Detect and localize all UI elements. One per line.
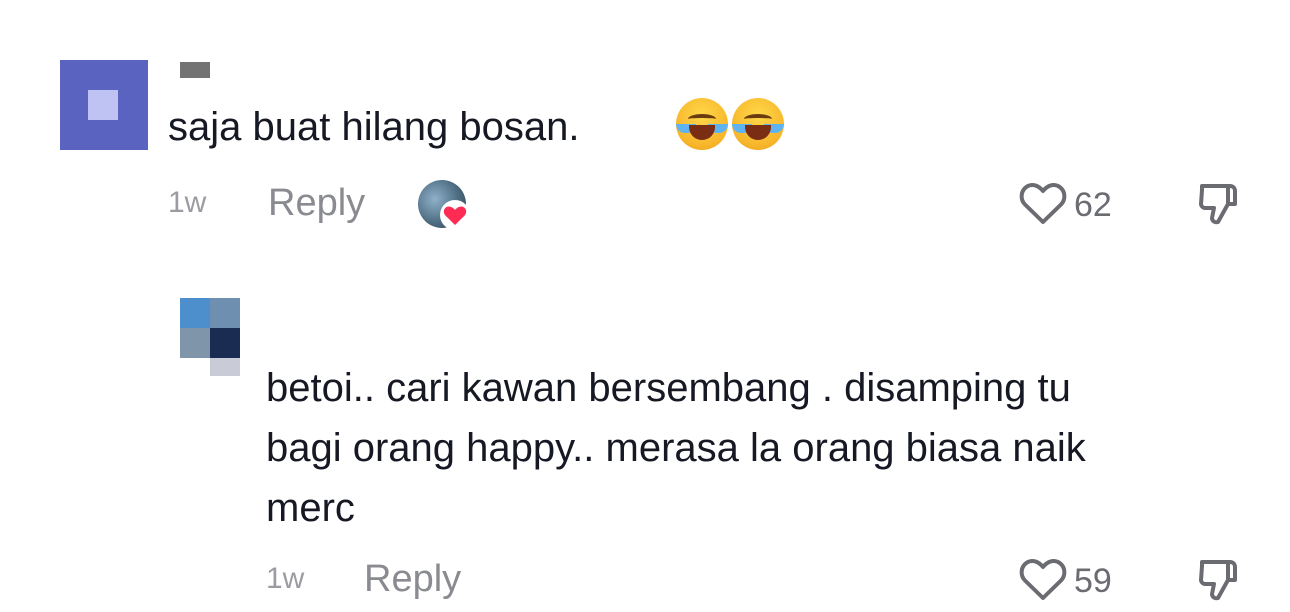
- reply-text: betoi.. cari kawan bersembang . disampin…: [266, 358, 1256, 538]
- comment-emojis: [672, 98, 784, 150]
- avatar-pixel: [210, 328, 240, 358]
- face-with-tears-of-joy-icon: [676, 98, 728, 150]
- comment-timestamp: 1w: [168, 186, 207, 219]
- creator-liked-avatar: [418, 180, 470, 230]
- avatar-pixel: [210, 298, 240, 328]
- avatar-pixel: [210, 358, 240, 376]
- avatar-pixel: [88, 90, 118, 120]
- thumbs-down-icon[interactable]: [1198, 556, 1242, 604]
- like-count: 62: [1074, 186, 1112, 224]
- heart-outline-icon[interactable]: [1018, 180, 1068, 226]
- commenter-avatar[interactable]: [60, 60, 148, 150]
- face-with-tears-of-joy-icon: [732, 98, 784, 150]
- reply-text-line: bagi orang happy.. merasa la orang biasa…: [266, 426, 1086, 470]
- heart-outline-icon[interactable]: [1018, 556, 1068, 602]
- avatar-pixel: [180, 328, 210, 358]
- reply-timestamp: 1w: [266, 562, 305, 595]
- reply-text-line: betoi.. cari kawan bersembang . disampin…: [266, 366, 1071, 410]
- red-heart-icon: [440, 200, 470, 230]
- comment-text: saja buat hilang bosan.: [168, 102, 579, 152]
- reply-button[interactable]: Reply: [364, 558, 461, 601]
- comment-text-content: saja buat hilang bosan.: [168, 105, 580, 149]
- thumbs-down-icon[interactable]: [1198, 180, 1242, 228]
- commenter-username-redacted[interactable]: [180, 62, 210, 78]
- like-count: 59: [1074, 562, 1112, 600]
- replier-avatar[interactable]: [180, 298, 240, 378]
- avatar-pixel: [180, 298, 210, 328]
- reply-button[interactable]: Reply: [268, 182, 365, 225]
- reply-text-line: merc: [266, 486, 355, 530]
